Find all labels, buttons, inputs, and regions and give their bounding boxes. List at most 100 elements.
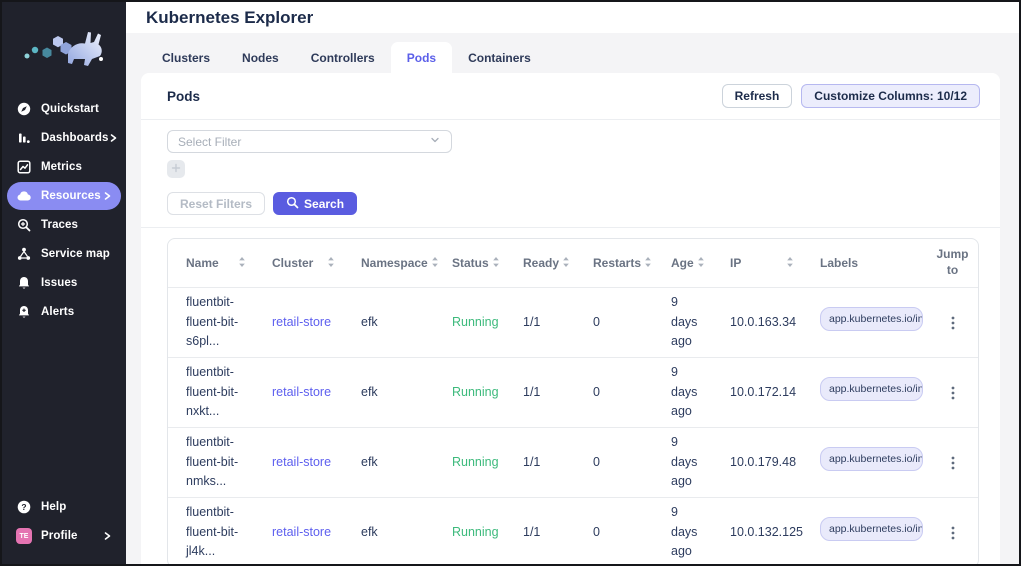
customize-columns-button[interactable]: Customize Columns: 10/12	[801, 84, 980, 108]
topbar: Kubernetes Explorer	[126, 2, 1019, 33]
pod-name: fluentbit-fluent-bit-s6pl...	[186, 295, 239, 349]
sort-arrows-icon[interactable]	[238, 256, 246, 271]
ready-cell: 1/1	[523, 384, 541, 399]
content: Clusters Nodes Controllers Pods Containe…	[126, 33, 1019, 564]
sidebar-item-help[interactable]: ? Help	[7, 493, 121, 521]
column-header-name[interactable]: Name	[168, 256, 258, 271]
page-title: Kubernetes Explorer	[146, 7, 314, 27]
ip-cell: 10.0.163.34	[730, 314, 797, 329]
pod-name: fluentbit-fluent-bit-jl4k...	[186, 505, 239, 559]
cluster-link[interactable]: retail-store	[258, 453, 347, 472]
sidebar-item-alerts[interactable]: Alerts	[7, 298, 121, 326]
table-header-row: Name Cluster Namespace Status Ready Rest…	[168, 239, 978, 287]
pod-name: fluentbit-fluent-bit-nxkt...	[186, 365, 239, 419]
age-cell: 9 days ago	[671, 505, 698, 559]
column-header-labels[interactable]: Labels	[806, 256, 925, 270]
ip-cell: 10.0.179.48	[730, 454, 797, 469]
sort-arrows-icon[interactable]	[786, 256, 794, 271]
column-header-status[interactable]: Status	[438, 256, 509, 271]
panel-title: Pods	[167, 88, 201, 104]
labels-cell: app.kubernetes.io/instan	[806, 517, 925, 548]
sidebar-item-issues[interactable]: Issues	[7, 269, 121, 297]
line-chart-icon	[16, 159, 32, 175]
column-header-restarts[interactable]: Restarts	[579, 256, 657, 271]
column-header-namespace[interactable]: Namespace	[347, 256, 438, 271]
kebab-menu-icon[interactable]	[945, 312, 961, 334]
reset-filters-button[interactable]: Reset Filters	[167, 192, 266, 215]
avatar: TE	[16, 528, 32, 544]
cluster-link[interactable]: retail-store	[258, 313, 347, 332]
cluster-link[interactable]: retail-store	[258, 523, 347, 542]
age-cell: 9 days ago	[671, 365, 698, 419]
kebab-menu-icon[interactable]	[945, 522, 961, 544]
ready-cell: 1/1	[523, 314, 541, 329]
compass-icon	[16, 101, 32, 117]
sidebar-footer: ? Help TE Profile	[2, 493, 126, 564]
tab-pods[interactable]: Pods	[390, 42, 453, 73]
tab-clusters[interactable]: Clusters	[146, 42, 226, 73]
search-button-label: Search	[304, 196, 345, 211]
jump-to-cell	[925, 522, 978, 544]
status-badge: Running	[452, 524, 499, 539]
bar-chart-icon	[16, 130, 32, 146]
status-badge: Running	[452, 384, 499, 399]
sidebar-item-quickstart[interactable]: Quickstart	[7, 95, 121, 123]
sidebar-item-traces[interactable]: Traces	[7, 211, 121, 239]
tab-nodes[interactable]: Nodes	[226, 42, 295, 73]
column-header-ip[interactable]: IP	[716, 256, 806, 271]
label-chip[interactable]: app.kubernetes.io/instan	[820, 517, 923, 542]
sidebar-item-label: Alerts	[41, 306, 75, 318]
column-header-cluster[interactable]: Cluster	[258, 256, 347, 271]
search-button[interactable]: Search	[273, 192, 358, 215]
add-filter-button[interactable]	[167, 160, 185, 178]
sidebar-item-service-map[interactable]: Service map	[7, 240, 121, 268]
cloud-icon	[16, 188, 32, 204]
labels-cell: app.kubernetes.io/instan	[806, 307, 925, 338]
refresh-button[interactable]: Refresh	[721, 84, 793, 108]
sidebar-item-label: Help	[41, 501, 67, 513]
kebab-menu-icon[interactable]	[945, 452, 961, 474]
sidebar-item-dashboards[interactable]: Dashboards	[7, 124, 121, 152]
label-chip[interactable]: app.kubernetes.io/instan	[820, 377, 923, 402]
label-chip[interactable]: app.kubernetes.io/instan	[820, 307, 923, 332]
pods-table: Name Cluster Namespace Status Ready Rest…	[167, 238, 979, 564]
sidebar-item-label: Metrics	[41, 161, 82, 173]
tab-controllers[interactable]: Controllers	[295, 42, 391, 73]
tab-containers[interactable]: Containers	[452, 42, 547, 73]
sidebar-item-resources[interactable]: Resources	[7, 182, 121, 210]
ready-cell: 1/1	[523, 524, 541, 539]
sort-arrows-icon[interactable]	[562, 256, 570, 271]
sidebar-item-label: Traces	[41, 219, 79, 231]
bell-icon	[16, 275, 32, 291]
chevron-down-icon	[429, 134, 441, 149]
sort-arrows-icon[interactable]	[327, 256, 335, 271]
panel-actions: Refresh Customize Columns: 10/12	[721, 84, 980, 108]
sidebar-item-metrics[interactable]: Metrics	[7, 153, 121, 181]
panel-header: Pods Refresh Customize Columns: 10/12	[141, 73, 1000, 120]
ip-cell: 10.0.172.14	[730, 384, 797, 399]
filter-actions: Reset Filters Search	[167, 192, 974, 215]
sidebar-item-label: Dashboards	[41, 132, 109, 144]
table-wrap: Name Cluster Namespace Status Ready Rest…	[141, 228, 1000, 564]
filter-select[interactable]: Select Filter	[167, 130, 452, 153]
column-header-age[interactable]: Age	[657, 256, 716, 271]
sort-arrows-icon[interactable]	[644, 256, 652, 271]
status-badge: Running	[452, 454, 499, 469]
main-area: Kubernetes Explorer Clusters Nodes Contr…	[126, 2, 1019, 564]
column-header-ready[interactable]: Ready	[509, 256, 579, 271]
cluster-link[interactable]: retail-store	[258, 383, 347, 402]
jump-to-cell	[925, 312, 978, 334]
age-cell: 9 days ago	[671, 295, 698, 349]
sort-arrows-icon[interactable]	[492, 256, 500, 271]
plus-icon	[170, 162, 182, 177]
rabbit-logo	[22, 26, 106, 75]
restarts-cell: 0	[593, 524, 600, 539]
namespace-cell: efk	[361, 524, 378, 539]
trace-search-icon	[16, 217, 32, 233]
help-icon: ?	[16, 499, 32, 515]
label-chip[interactable]: app.kubernetes.io/instan	[820, 447, 923, 472]
table-row: fluentbit-fluent-bit-s6pl... retail-stor…	[168, 287, 978, 357]
sort-arrows-icon[interactable]	[697, 256, 705, 271]
kebab-menu-icon[interactable]	[945, 382, 961, 404]
sidebar-item-profile[interactable]: TE Profile	[7, 522, 121, 550]
